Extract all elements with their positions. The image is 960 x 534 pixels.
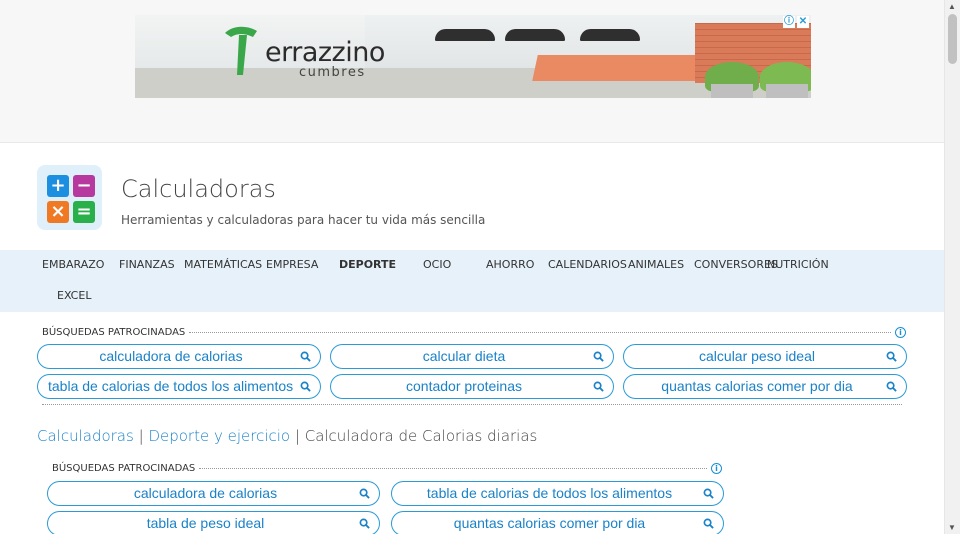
ad-pot <box>766 84 808 98</box>
site-tagline: Herramientas y calculadoras para hacer t… <box>121 213 486 227</box>
search-icon <box>886 351 897 362</box>
main-nav: EMBARAZO FINANZAS MATEMÁTICAS EMPRESA DE… <box>0 250 944 312</box>
search-pill-label: quantas calorias comer por dia <box>453 515 646 531</box>
search-pill-label: tabla de peso ideal <box>146 515 265 531</box>
sponsored-label: BÚSQUEDAS PATROCINADAS <box>52 463 196 474</box>
ad-counter <box>532 55 718 81</box>
search-pill-label: tabla de calorias de todos los alimentos <box>48 378 294 394</box>
logo-equals-icon: = <box>73 201 95 223</box>
site-title[interactable]: Calculadoras <box>121 175 276 203</box>
nav-item-nutricion[interactable]: NUTRICIÓN <box>767 258 829 271</box>
ad-logo-t-icon <box>225 26 257 75</box>
scroll-up-icon[interactable]: ▲ <box>948 2 956 11</box>
divider <box>42 404 902 405</box>
nav-item-ahorro[interactable]: AHORRO <box>486 258 534 271</box>
nav-item-ocio[interactable]: OCIO <box>423 258 451 271</box>
nav-item-deporte[interactable]: DEPORTE <box>339 258 396 271</box>
search-icon <box>593 351 604 362</box>
scroll-down-icon[interactable]: ▼ <box>948 523 956 532</box>
sponsored-heading: BÚSQUEDAS PATROCINADAS i <box>42 327 906 338</box>
nav-item-excel[interactable]: EXCEL <box>57 289 91 302</box>
ad-info-icon[interactable]: ⓘ <box>783 16 795 28</box>
breadcrumb-separator: | <box>138 427 144 445</box>
ad-banner[interactable]: errazzino cumbres ⓘ ✕ <box>135 15 811 98</box>
ad-pot <box>711 84 753 98</box>
search-pill[interactable]: tabla de calorias de todos los alimentos <box>37 374 321 399</box>
search-icon <box>359 518 370 529</box>
logo-minus-icon: − <box>73 175 95 197</box>
search-icon <box>886 381 897 392</box>
ad-brand-sub: cumbres <box>299 65 366 80</box>
search-pill-label: tabla de calorias de todos los alimentos <box>426 485 673 501</box>
nav-item-animales[interactable]: ANIMALES <box>628 258 684 271</box>
ad-lamp <box>505 29 565 41</box>
search-icon <box>300 381 311 392</box>
nav-item-calendarios[interactable]: CALENDARIOS <box>548 258 627 271</box>
search-pill[interactable]: calculadora de calorias <box>47 481 380 506</box>
divider <box>199 468 707 469</box>
breadcrumb-current: Calculadora de Calorias diarias <box>304 427 538 445</box>
search-pill[interactable]: tabla de peso ideal <box>47 511 380 534</box>
search-pill-label: contador proteinas <box>406 378 522 394</box>
search-pill-label: calcular peso ideal <box>699 348 815 364</box>
ad-close-icon[interactable]: ✕ <box>797 16 809 28</box>
search-icon <box>300 351 311 362</box>
main-panel: + − × = Calculadoras Herramientas y calc… <box>0 142 944 534</box>
search-pill[interactable]: quantas calorias comer por dia <box>391 511 724 534</box>
search-icon <box>593 381 604 392</box>
search-pill[interactable]: tabla de calorias de todos los alimentos <box>391 481 724 506</box>
search-pill[interactable]: calculadora de calorias <box>37 344 321 369</box>
search-icon <box>359 488 370 499</box>
breadcrumb-link-calculadoras[interactable]: Calculadoras <box>37 427 134 445</box>
ad-choices[interactable]: ⓘ ✕ <box>783 16 809 28</box>
ad-brand-name: errazzino <box>265 37 385 68</box>
divider <box>189 332 891 333</box>
nav-item-matematicas[interactable]: MATEMÁTICAS <box>184 258 262 271</box>
nav-item-embarazo[interactable]: EMBARAZO <box>42 258 104 271</box>
breadcrumb: Calculadoras | Deporte y ejercicio | Cal… <box>37 427 537 445</box>
nav-item-empresa[interactable]: EMPRESA <box>266 258 318 271</box>
sponsored-label: BÚSQUEDAS PATROCINADAS <box>42 327 186 338</box>
search-pill-label: quantas calorias comer por dia <box>661 378 853 394</box>
sponsored-heading: BÚSQUEDAS PATROCINADAS i <box>52 463 722 474</box>
search-pill-label: calcular dieta <box>422 348 506 364</box>
scrollbar-thumb[interactable] <box>948 14 957 64</box>
info-icon[interactable]: i <box>711 463 722 474</box>
search-pill-label: calculadora de calorias <box>99 348 243 364</box>
search-pill[interactable]: quantas calorias comer por dia <box>623 374 907 399</box>
breadcrumb-link-deporte[interactable]: Deporte y ejercicio <box>148 427 290 445</box>
logo-plus-icon: + <box>47 175 69 197</box>
logo-times-icon: × <box>47 201 69 223</box>
search-pill[interactable]: calcular dieta <box>330 344 614 369</box>
search-icon <box>703 518 714 529</box>
nav-item-finanzas[interactable]: FINANZAS <box>119 258 175 271</box>
search-pill[interactable]: calcular peso ideal <box>623 344 907 369</box>
breadcrumb-separator: | <box>294 427 300 445</box>
site-logo[interactable]: + − × = <box>37 165 102 230</box>
page-scrollbar[interactable]: ▲ ▼ <box>944 0 960 534</box>
info-icon[interactable]: i <box>895 327 906 338</box>
ad-lamp <box>435 29 495 41</box>
ad-lamp <box>580 29 640 41</box>
search-icon <box>703 488 714 499</box>
search-pill-label: calculadora de calorias <box>133 485 278 501</box>
search-pill[interactable]: contador proteinas <box>330 374 614 399</box>
nav-item-conversores[interactable]: CONVERSORES <box>694 258 778 271</box>
